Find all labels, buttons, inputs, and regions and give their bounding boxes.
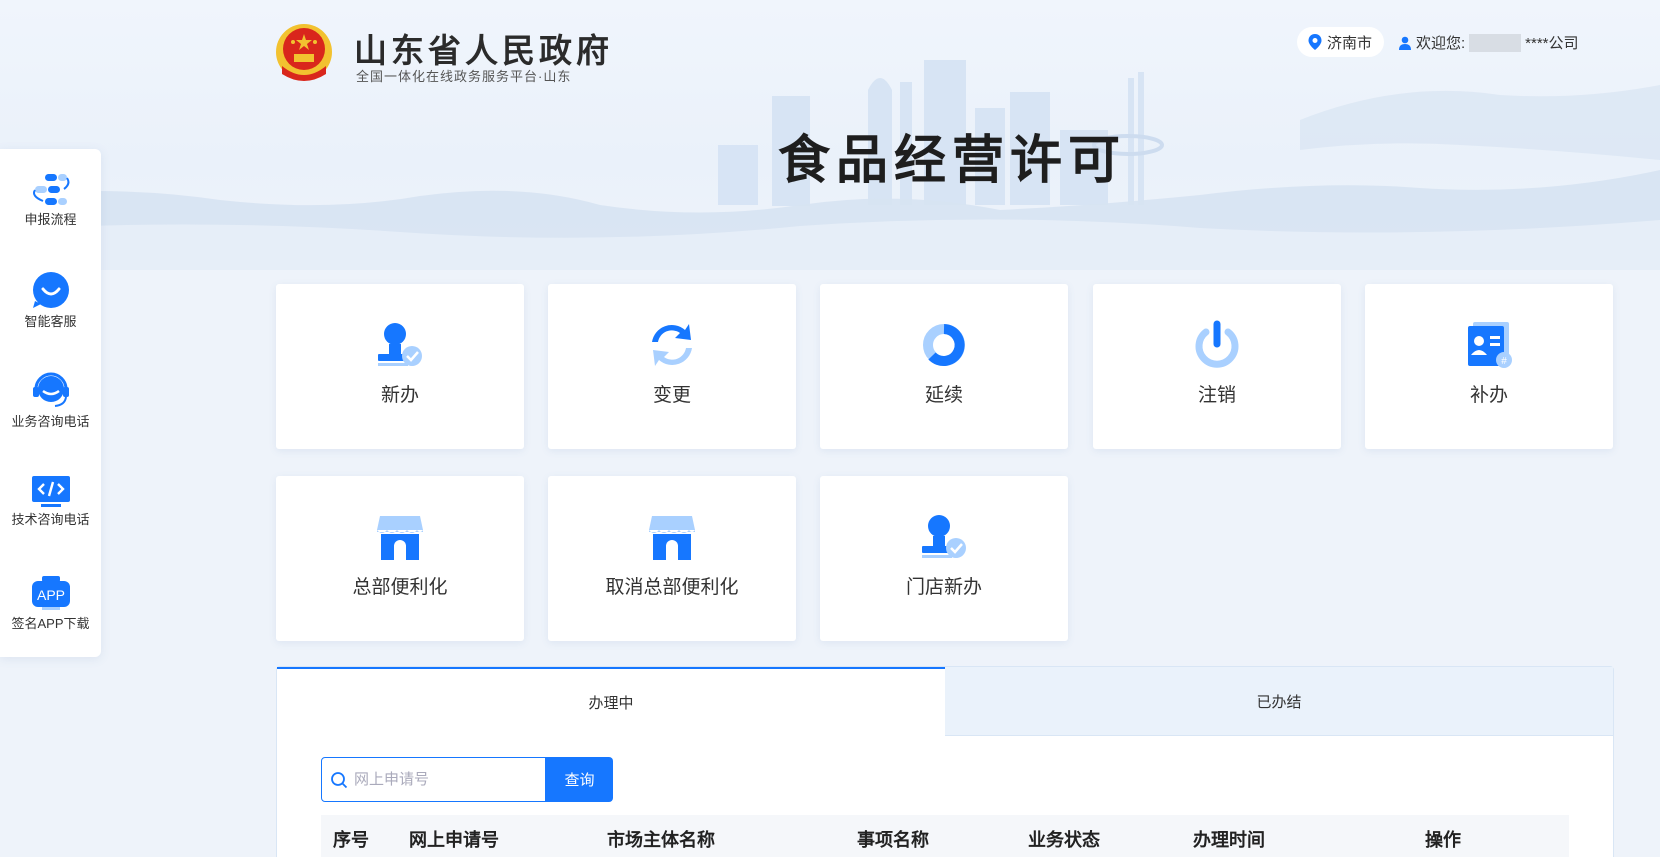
gov-subtitle: 全国一体化在线政务服务平台·山东 xyxy=(356,69,572,84)
headset-icon xyxy=(32,372,69,407)
table-header: 序号 网上申请号 市场主体名称 事项名称 业务状态 办理时间 操作 xyxy=(321,815,1569,857)
column-header: 事项名称 xyxy=(857,830,929,850)
service-card-reissue[interactable]: # 补办 xyxy=(1365,284,1613,449)
store-icon xyxy=(649,516,695,560)
column-header: 业务状态 xyxy=(1028,830,1100,850)
welcome-company: ****公司 xyxy=(1525,35,1579,52)
service-label: 取消总部便利化 xyxy=(605,577,739,598)
column-header: 办理时间 xyxy=(1193,830,1265,850)
code-monitor-icon xyxy=(31,476,70,507)
service-label: 延续 xyxy=(924,385,963,406)
sidebar-item-label: 智能客服 xyxy=(24,314,77,329)
id-card-icon: # xyxy=(1468,322,1512,368)
service-card-new[interactable]: 新办 xyxy=(276,284,524,449)
service-label: 新办 xyxy=(380,385,419,406)
application-list-panel: 办理中 已办结 查询 序号 网上申请号 市场主体名称 事项名称 业务状态 办理时… xyxy=(276,666,1614,857)
search-input[interactable] xyxy=(354,771,534,788)
refresh-icon xyxy=(652,324,692,366)
sidebar-item-tech-hotline[interactable]: 技术咨询电话 xyxy=(0,475,101,528)
gov-title: 山东省人民政府 xyxy=(354,31,613,70)
national-emblem-logo xyxy=(276,24,332,81)
ring-icon xyxy=(923,324,965,366)
sidebar-item-label: 申报流程 xyxy=(24,212,77,227)
location-pin-icon xyxy=(1308,34,1322,50)
sidebar-item-label: 业务咨询电话 xyxy=(11,414,90,429)
svg-text:APP: APP xyxy=(36,587,64,603)
sidebar-item-label: 签名APP下载 xyxy=(11,616,90,631)
page-title: 食品经营许可 xyxy=(778,130,1127,191)
store-icon xyxy=(377,516,423,560)
tab-in-progress[interactable]: 办理中 xyxy=(277,667,945,736)
tab-label: 已办结 xyxy=(1256,693,1302,711)
user-check-icon xyxy=(378,323,422,366)
chat-bot-icon xyxy=(32,272,69,308)
sidebar-item-process[interactable]: 申报流程 xyxy=(0,173,101,228)
user-icon xyxy=(1399,36,1411,50)
floating-sidebar: 申报流程 智能客服 业务咨询电话 技术咨询电话 APP 签名APP下载 xyxy=(0,149,101,657)
svg-text:#: # xyxy=(1501,356,1507,367)
service-label: 补办 xyxy=(1469,385,1508,406)
service-card-cancel[interactable]: 注销 xyxy=(1093,284,1341,449)
service-card-hq-facilitation[interactable]: 总部便利化 xyxy=(276,476,524,641)
service-label: 变更 xyxy=(652,385,691,406)
service-card-store-new[interactable]: 门店新办 xyxy=(820,476,1068,641)
search-field[interactable] xyxy=(321,757,546,802)
service-card-cancel-hq-facilitation[interactable]: 取消总部便利化 xyxy=(548,476,796,641)
service-label: 注销 xyxy=(1197,385,1236,406)
sidebar-item-business-hotline[interactable]: 业务咨询电话 xyxy=(0,371,101,430)
masked-company-name xyxy=(1469,33,1522,52)
city-name: 济南市 xyxy=(1327,34,1373,52)
column-header: 市场主体名称 xyxy=(607,830,715,850)
column-header: 网上申请号 xyxy=(409,830,499,850)
sidebar-item-label: 技术咨询电话 xyxy=(11,512,90,527)
service-card-renew[interactable]: 延续 xyxy=(820,284,1068,449)
service-label: 门店新办 xyxy=(905,577,982,598)
tab-label: 办理中 xyxy=(588,695,634,712)
search-icon xyxy=(331,771,348,788)
app-icon: APP xyxy=(31,576,70,610)
welcome-prefix: 欢迎您: xyxy=(1416,35,1466,52)
power-icon xyxy=(1195,320,1239,368)
tab-completed[interactable]: 已办结 xyxy=(945,667,1613,736)
user-check-icon xyxy=(922,515,966,558)
service-card-change[interactable]: 变更 xyxy=(548,284,796,449)
column-header: 操作 xyxy=(1425,830,1461,850)
flow-icon xyxy=(32,174,69,205)
city-selector[interactable]: 济南市 xyxy=(1297,27,1385,57)
header-banner: 山东省人民政府 全国一体化在线政务服务平台·山东 济南市 欢迎您: ****公司… xyxy=(0,0,1660,270)
sidebar-item-customer-service[interactable]: 智能客服 xyxy=(0,271,101,330)
service-label: 总部便利化 xyxy=(352,577,448,598)
sidebar-item-app-download[interactable]: APP 签名APP下载 xyxy=(0,575,101,632)
column-header: 序号 xyxy=(333,830,369,850)
user-welcome[interactable]: 欢迎您: ****公司 xyxy=(1398,32,1579,53)
search-button[interactable]: 查询 xyxy=(546,757,613,802)
